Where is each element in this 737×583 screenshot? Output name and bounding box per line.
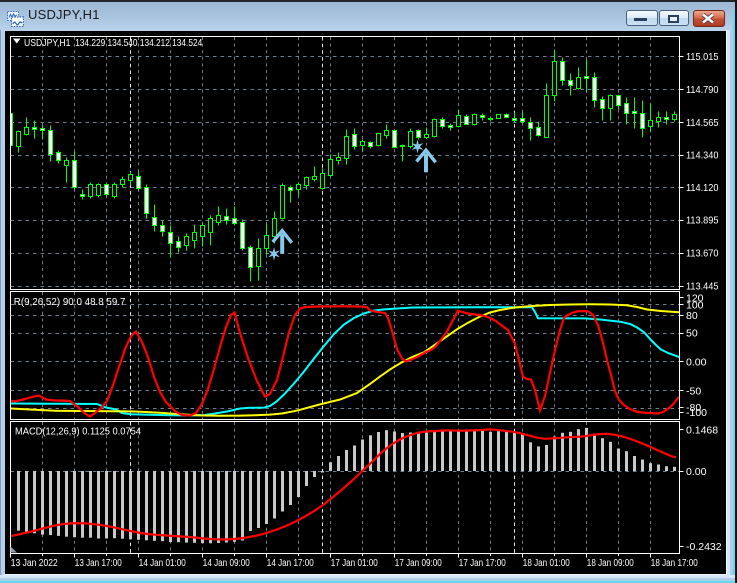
svg-text:114.120: 114.120 — [686, 182, 719, 194]
svg-text:114.565: 114.565 — [686, 117, 719, 129]
svg-text:0.1468: 0.1468 — [686, 424, 718, 436]
svg-text:113.445: 113.445 — [686, 281, 719, 293]
svg-text:17 Jan 17:00: 17 Jan 17:00 — [459, 557, 506, 569]
svg-text:114.790: 114.790 — [686, 84, 719, 96]
svg-text:18 Jan 01:00: 18 Jan 01:00 — [523, 557, 570, 569]
svg-text:-0.2432: -0.2432 — [686, 541, 722, 553]
svg-text:0.00: 0.00 — [686, 466, 707, 478]
svg-text:114.340: 114.340 — [686, 150, 719, 162]
svg-text:113.895: 113.895 — [686, 215, 719, 227]
svg-text:17 Jan 01:00: 17 Jan 01:00 — [331, 557, 378, 569]
svg-text:0.00: 0.00 — [686, 356, 707, 368]
svg-text:R(9,26,52) 90.0 48.8 59.7: R(9,26,52) 90.0 48.8 59.7 — [14, 296, 126, 308]
svg-text:18 Jan 09:00: 18 Jan 09:00 — [587, 557, 634, 569]
svg-text:80: 80 — [686, 310, 698, 322]
svg-text:17 Jan 09:00: 17 Jan 09:00 — [395, 557, 442, 569]
svg-text:14 Jan 17:00: 14 Jan 17:00 — [267, 557, 314, 569]
svg-text:MACD(12,26,9) 0.1125 0.0754: MACD(12,26,9) 0.1125 0.0754 — [15, 426, 141, 438]
svg-text:13 Jan 2022: 13 Jan 2022 — [11, 557, 58, 569]
svg-text:14 Jan 01:00: 14 Jan 01:00 — [139, 557, 186, 569]
svg-text:18 Jan 17:00: 18 Jan 17:00 — [651, 557, 698, 569]
svg-text:-50: -50 — [686, 385, 701, 397]
svg-text:134.229 134.540 134.212 134.52: 134.229 134.540 134.212 134.524 — [75, 37, 202, 49]
svg-text:115.015: 115.015 — [686, 51, 719, 63]
svg-text:-100: -100 — [686, 407, 707, 419]
svg-text:USDJPY,H1: USDJPY,H1 — [24, 37, 71, 49]
svg-text:13 Jan 17:00: 13 Jan 17:00 — [75, 557, 122, 569]
svg-text:113.670: 113.670 — [686, 248, 719, 260]
svg-text:50: 50 — [686, 328, 698, 340]
svg-text:14 Jan 09:00: 14 Jan 09:00 — [203, 557, 250, 569]
